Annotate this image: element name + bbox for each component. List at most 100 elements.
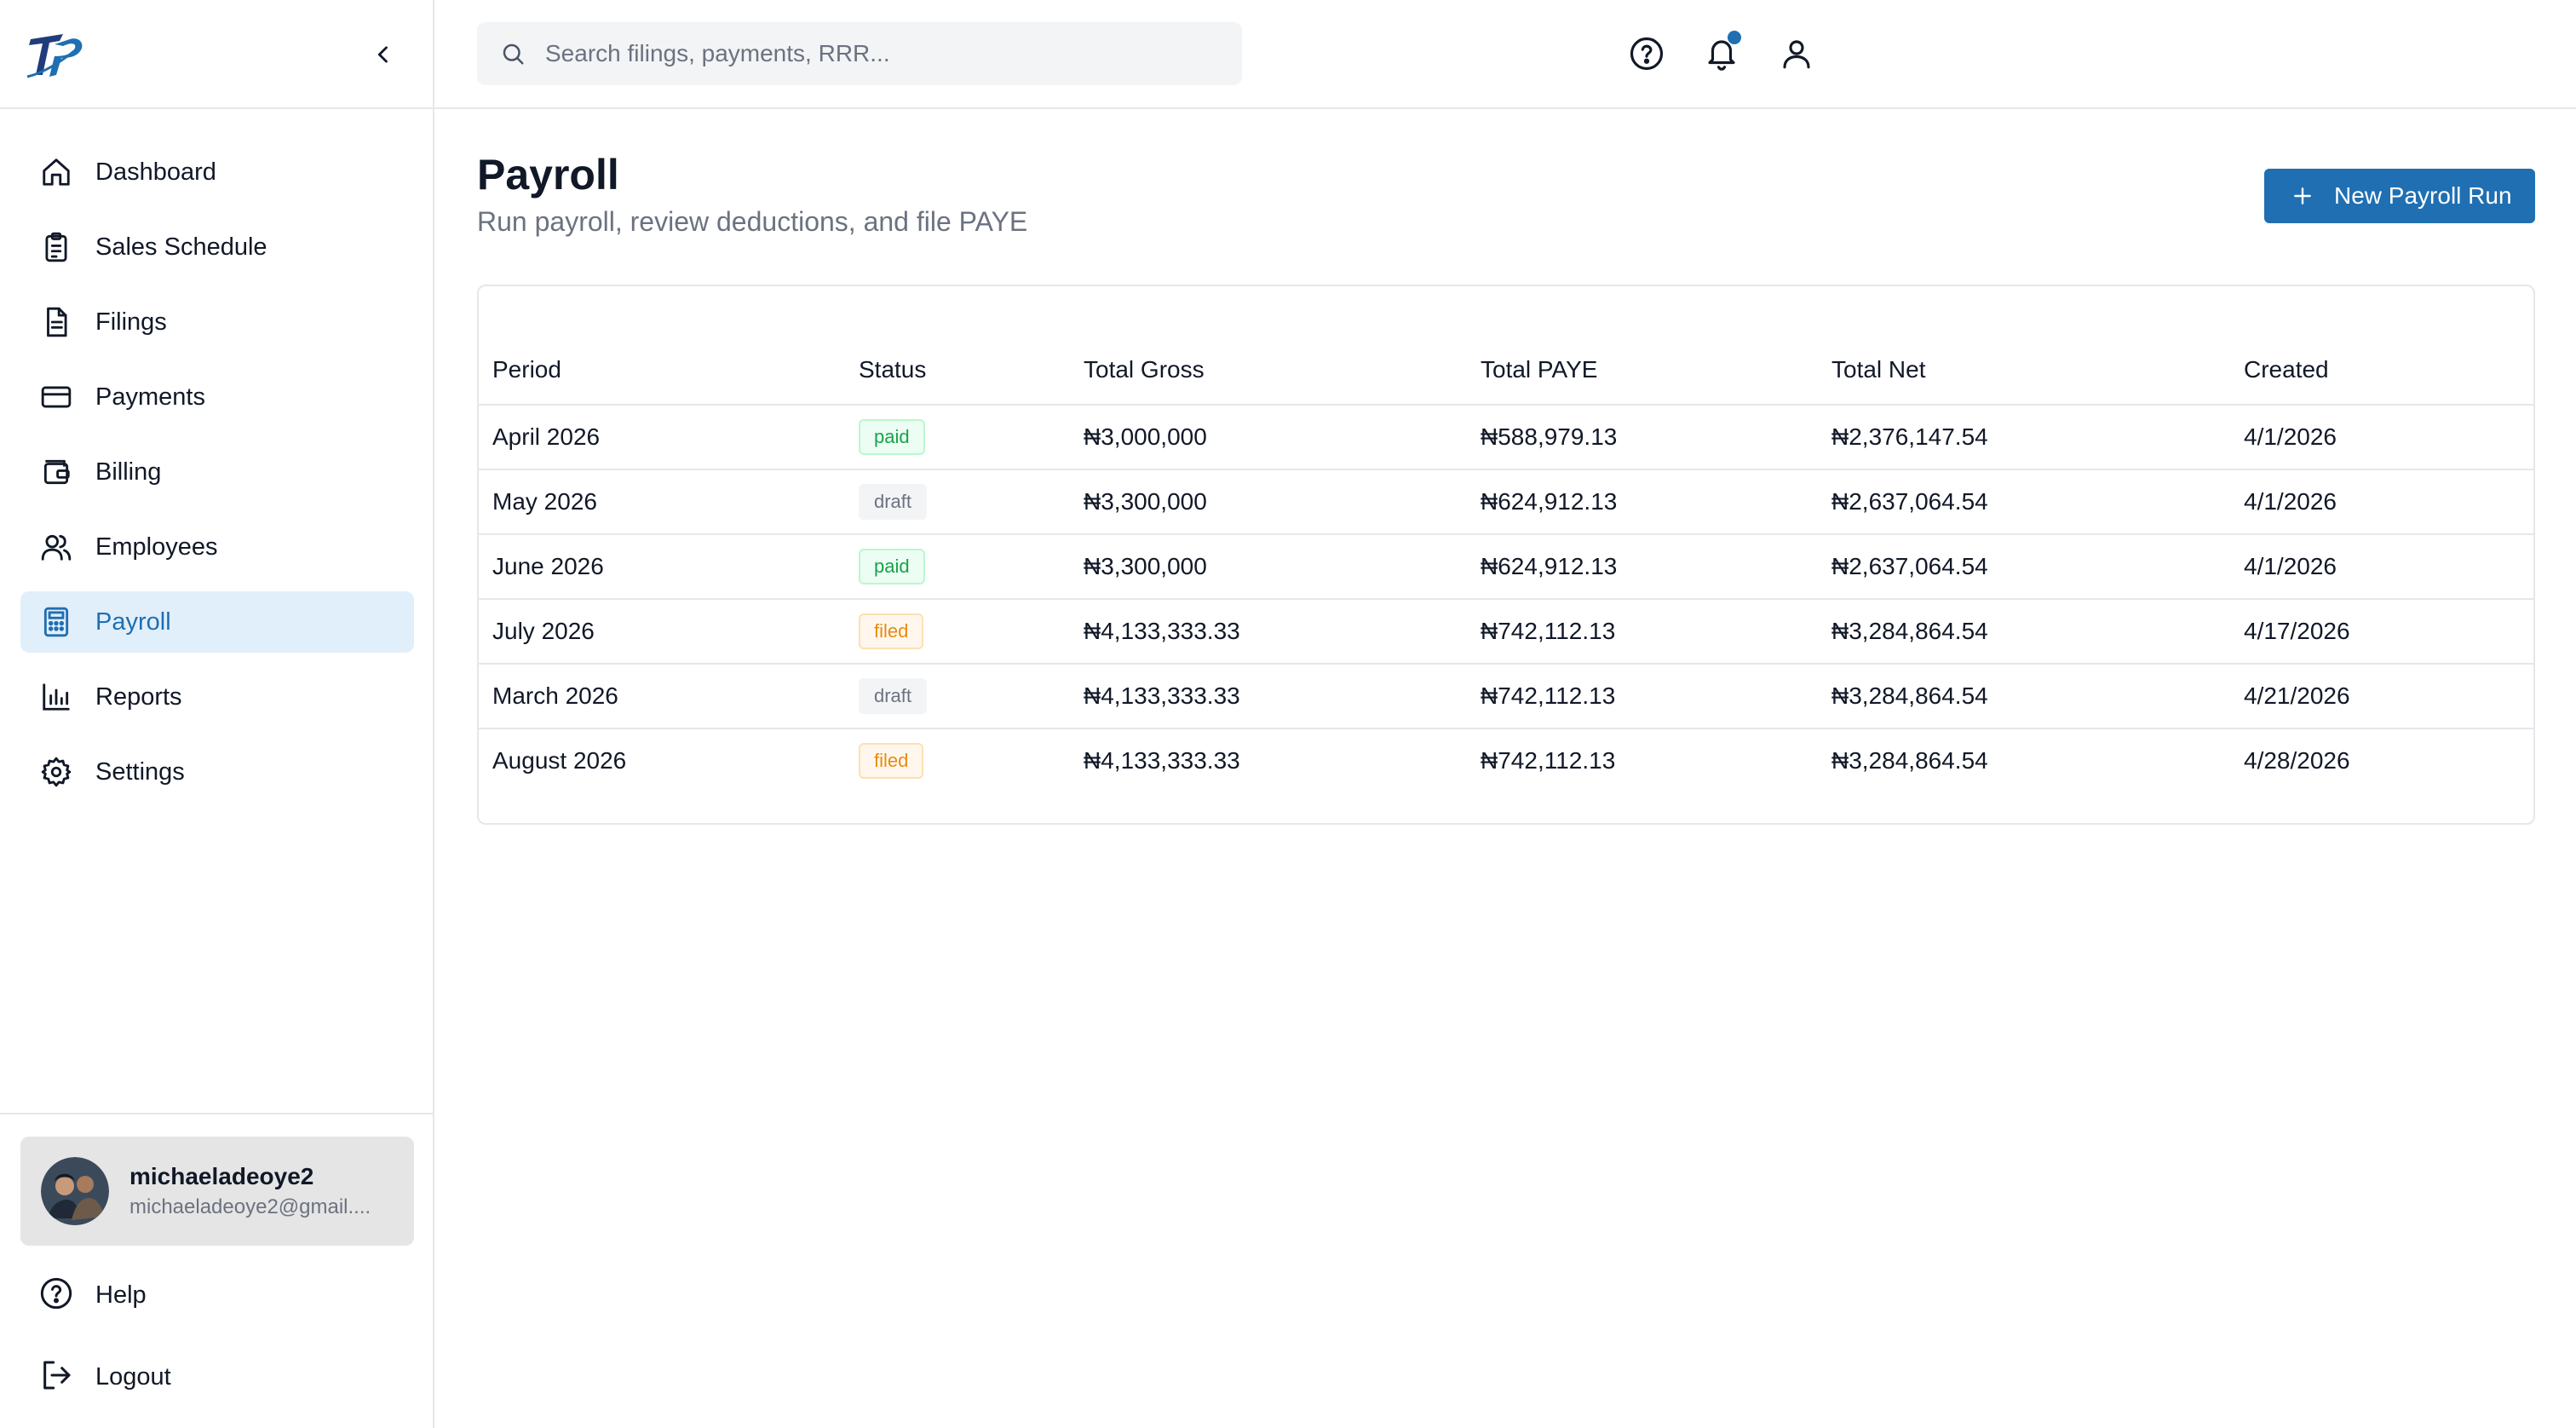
sidebar-item-dashboard[interactable]: Dashboard (20, 141, 414, 203)
user-info: michaeladeoye2 michaeladeoye2@gmail.... (129, 1163, 371, 1219)
user-name: michaeladeoye2 (129, 1163, 314, 1189)
table-row[interactable]: June 2026 paid ₦3,300,000 ₦624,912.13 ₦2… (479, 534, 2533, 600)
sidebar-item-payments[interactable]: Payments (20, 366, 414, 428)
column-header-total-paye[interactable]: Total PAYE (1467, 336, 1818, 406)
cell-period: June 2026 (479, 534, 845, 600)
help-button[interactable] (1627, 34, 1666, 73)
help-label: Help (95, 1281, 147, 1309)
cell-paye: ₦742,112.13 (1467, 664, 1818, 729)
column-header-period[interactable]: Period (479, 336, 845, 406)
table-row[interactable]: July 2026 filed ₦4,133,333.33 ₦742,112.1… (479, 599, 2533, 665)
home-icon (39, 155, 73, 189)
chevron-left-icon (377, 46, 388, 63)
cell-gross: ₦4,133,333.33 (1070, 664, 1467, 729)
cell-paye: ₦742,112.13 (1467, 599, 1818, 665)
table-row[interactable]: August 2026 filed ₦4,133,333.33 ₦742,112… (479, 728, 2533, 792)
cell-paye: ₦624,912.13 (1467, 534, 1818, 600)
sidebar-item-label: Payroll (95, 607, 171, 636)
sidebar-footer: michaeladeoye2 michaeladeoye2@gmail.... … (0, 1113, 433, 1391)
cell-period: May 2026 (479, 469, 845, 535)
avatar (41, 1157, 109, 1225)
notifications-button[interactable] (1702, 31, 1741, 73)
table-row[interactable]: March 2026 draft ₦4,133,333.33 ₦742,112.… (479, 664, 2533, 729)
cell-paye: ₦588,979.13 (1467, 405, 1818, 470)
sidebar-item-sales-schedule[interactable]: Sales Schedule (20, 216, 414, 278)
cell-gross: ₦3,300,000 (1070, 534, 1467, 600)
gear-icon (39, 755, 73, 789)
cell-period: July 2026 (479, 599, 845, 665)
collapse-sidebar-button[interactable] (366, 37, 400, 72)
sidebar-item-billing[interactable]: Billing (20, 441, 414, 503)
status-badge: paid (859, 549, 925, 584)
cell-net: ₦3,284,864.54 (1818, 664, 2230, 729)
table-header-row: Period Status Total Gross Total PAYE Tot… (479, 336, 2533, 406)
file-text-icon (39, 305, 73, 339)
column-header-created[interactable]: Created (2230, 336, 2533, 406)
brand-logo[interactable] (26, 22, 90, 87)
clipboard-icon (39, 230, 73, 264)
new-payroll-run-button[interactable]: New Payroll Run (2264, 169, 2535, 223)
cell-created: 4/1/2026 (2230, 534, 2533, 600)
column-header-status[interactable]: Status (845, 336, 1070, 406)
cell-created: 4/21/2026 (2230, 664, 2533, 729)
cell-status: filed (845, 599, 1070, 665)
sidebar-item-payroll[interactable]: Payroll (20, 591, 414, 653)
help-circle-icon (39, 1276, 73, 1315)
help-circle-icon (1630, 37, 1664, 71)
credit-card-icon (39, 380, 73, 414)
logout-link[interactable]: Logout (39, 1358, 171, 1396)
cell-gross: ₦3,000,000 (1070, 405, 1467, 470)
cell-net: ₦2,637,064.54 (1818, 534, 2230, 600)
cell-status: paid (845, 405, 1070, 470)
users-icon (39, 530, 73, 564)
cell-status: draft (845, 664, 1070, 729)
sidebar-item-label: Employees (95, 533, 218, 561)
cell-net: ₦2,637,064.54 (1818, 469, 2230, 535)
table-row[interactable]: May 2026 draft ₦3,300,000 ₦624,912.13 ₦2… (479, 469, 2533, 535)
account-button[interactable] (1777, 34, 1816, 73)
page-title: Payroll (477, 151, 619, 199)
topbar (434, 0, 2576, 109)
sidebar-item-label: Billing (95, 458, 162, 486)
sidebar-item-employees[interactable]: Employees (20, 516, 414, 578)
cell-created: 4/28/2026 (2244, 747, 2350, 774)
cell-status: draft (845, 469, 1070, 535)
user-profile-card[interactable]: michaeladeoye2 michaeladeoye2@gmail.... (20, 1137, 414, 1246)
search-bar[interactable] (477, 22, 1242, 85)
calculator-icon (39, 605, 73, 639)
cell-status: filed (845, 728, 1070, 792)
search-input[interactable] (543, 39, 1211, 68)
column-header-total-gross[interactable]: Total Gross (1070, 336, 1467, 406)
sidebar-item-label: Payments (95, 383, 205, 411)
sidebar-item-reports[interactable]: Reports (20, 666, 414, 728)
user-icon (1783, 40, 1810, 69)
notification-dot (1728, 31, 1741, 44)
column-header-total-net[interactable]: Total Net (1818, 336, 2230, 406)
payroll-table-card: Period Status Total Gross Total PAYE Tot… (477, 285, 2535, 825)
status-badge: paid (859, 419, 925, 455)
sidebar-item-label: Sales Schedule (95, 233, 267, 261)
sidebar-nav: Dashboard Sales Schedule Filings Payment… (20, 141, 414, 816)
cell-net: ₦3,284,864.54 (1831, 747, 1988, 774)
sidebar-item-label: Dashboard (95, 158, 216, 186)
sidebar-header (0, 0, 433, 109)
cell-net: ₦2,376,147.54 (1818, 405, 2230, 470)
cell-period: March 2026 (479, 664, 845, 729)
cell-status: paid (845, 534, 1070, 600)
help-link[interactable]: Help (39, 1276, 147, 1315)
cell-created: 4/17/2026 (2230, 599, 2533, 665)
table-row[interactable]: April 2026 paid ₦3,000,000 ₦588,979.13 ₦… (479, 405, 2533, 470)
cell-gross: ₦3,300,000 (1070, 469, 1467, 535)
sidebar-item-label: Reports (95, 682, 182, 711)
search-icon (497, 38, 528, 69)
sidebar-item-settings[interactable]: Settings (20, 741, 414, 803)
cell-period: April 2026 (479, 405, 845, 470)
cell-paye: ₦624,912.13 (1467, 469, 1818, 535)
payroll-table: Period Status Total Gross Total PAYE Tot… (479, 336, 2533, 792)
cell-gross: ₦4,133,333.33 (1070, 599, 1467, 665)
new-payroll-run-label: New Payroll Run (2334, 182, 2512, 209)
page-subtitle: Run payroll, review deductions, and file… (477, 206, 1028, 237)
cell-created: 4/1/2026 (2230, 405, 2533, 470)
cell-net: ₦3,284,864.54 (1818, 599, 2230, 665)
sidebar-item-filings[interactable]: Filings (20, 291, 414, 353)
